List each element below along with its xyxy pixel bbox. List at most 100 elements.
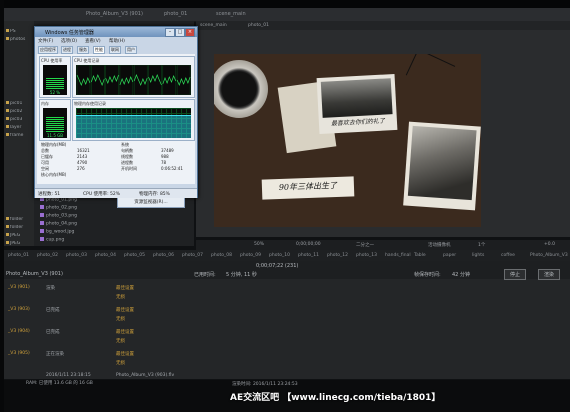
tab-users[interactable]: 用户 [125, 46, 137, 54]
list-item[interactable]: photo_04.png [34, 221, 194, 228]
project-item[interactable]: JPEG [6, 241, 34, 247]
remaining-value: 42 分钟 [452, 272, 470, 278]
timeline-tab[interactable]: photo_08 [211, 253, 232, 258]
tab-processes[interactable]: 进程 [61, 46, 73, 54]
file-icon [6, 109, 9, 112]
cpu-meter-value: 52 % [49, 90, 61, 95]
output-module-select[interactable]: 无损 [116, 316, 125, 322]
output-module-select[interactable]: 无损 [116, 338, 125, 344]
project-item[interactable]: folder [6, 217, 34, 223]
project-item[interactable]: pic01 [6, 101, 34, 107]
project-item[interactable]: JPEG [6, 233, 34, 239]
caption-card: 90年三体出生了 [261, 176, 355, 200]
file-icon [6, 117, 9, 120]
memory-history-label: 物理内存使用记录 [74, 101, 106, 106]
photo-caption: 最喜欢去你们的礼了 [330, 117, 386, 128]
close-button[interactable]: × [185, 28, 195, 37]
tab-photo-01[interactable]: photo_01 [248, 23, 269, 28]
timecode-display[interactable]: 0;00;00;00 [296, 242, 321, 247]
project-item[interactable]: photos [6, 37, 34, 43]
timeline-tab[interactable]: hands_final [385, 253, 411, 258]
render-queue-row[interactable]: _V3 (904) 已完成 最佳设置 [4, 327, 570, 336]
output-module-row[interactable]: 无损 [4, 336, 570, 345]
timeline-tab[interactable]: photo_11 [298, 253, 319, 258]
stop-button[interactable]: 停止 [504, 269, 527, 280]
memory-meter: 11.5 GB [43, 108, 67, 138]
project-item[interactable]: PS [6, 29, 34, 35]
list-item[interactable]: photo_03.png [34, 213, 194, 220]
remaining-label: 帧保存时间: [414, 272, 441, 278]
project-item[interactable]: pic03 [6, 117, 34, 123]
timeline-tab[interactable]: photo_09 [240, 253, 261, 258]
timeline-tab[interactable]: photo_01 [8, 253, 29, 258]
render-settings-select[interactable]: 最佳设置 [116, 351, 134, 357]
render-queue-row[interactable]: _V3 (901) 渲染 最佳设置 [4, 283, 570, 292]
menu-view[interactable]: 查看(V) [85, 38, 101, 44]
output-module-row[interactable]: 无损 [4, 314, 570, 323]
render-settings-select[interactable]: 最佳设置 [116, 285, 134, 291]
timeline-tab[interactable]: photo_04 [95, 253, 116, 258]
viewer-tabbar: scene_main photo_01 [196, 21, 570, 30]
render-button[interactable]: 渲染 [538, 269, 561, 280]
render-queue-header: Photo_Album_V3 (901) 0;00;07;22 (231) 已用… [4, 261, 570, 280]
window-titlebar[interactable]: Windows 任务管理器 – □ × [35, 27, 197, 37]
render-queue-row[interactable]: _V3 (905) 正在渲染 最佳设置 [4, 349, 570, 358]
views-select[interactable]: 1个 [478, 242, 485, 248]
comp-name: Photo_Album_V3 (901) [6, 271, 63, 277]
menu-help[interactable]: 帮助(H) [109, 38, 125, 44]
exposure-value[interactable]: +0.0 [544, 242, 555, 247]
timeline-tab[interactable]: photo_02 [37, 253, 58, 258]
timeline-tab[interactable]: photo_03 [66, 253, 87, 258]
timeline-tab[interactable]: photo_07 [182, 253, 203, 258]
tab-networking[interactable]: 联网 [109, 46, 121, 54]
zoom-select[interactable]: 50% [254, 242, 264, 247]
menu-options[interactable]: 选项(O) [61, 38, 77, 44]
status-cpu: CPU 使用率: 52% [83, 192, 121, 197]
list-item[interactable]: bg_wood.jpg [34, 229, 194, 236]
photo-image [407, 125, 477, 201]
project-item[interactable]: frame [6, 133, 34, 139]
quality-select[interactable]: 二分之一 [356, 242, 374, 248]
render-settings-select[interactable]: 最佳设置 [116, 307, 134, 313]
composition-viewer: scene_main photo_01 最喜欢去你们的礼了 90年三体出生了 5… [196, 21, 570, 250]
timeline-tab[interactable]: photo_05 [124, 253, 145, 258]
minimize-button[interactable]: – [165, 28, 175, 37]
tab-services[interactable]: 服务 [77, 46, 89, 54]
tab-scene-main[interactable]: scene_main [200, 23, 227, 28]
output-module-select[interactable]: 无损 [116, 360, 125, 366]
output-module-row[interactable]: 无损 [4, 358, 570, 367]
camera-select[interactable]: 活动摄像机 [428, 242, 451, 248]
tab-bar: 应用程序 进程 服务 性能 联网 用户 [37, 46, 195, 54]
timeline-tab[interactable]: Table [414, 253, 426, 258]
menu-file[interactable]: 文件(F) [38, 38, 53, 44]
output-module-row[interactable]: 无损 [4, 292, 570, 301]
project-item[interactable]: folder [6, 225, 34, 231]
timeline-tab[interactable]: lights [472, 253, 484, 258]
row-comp-name: _V3 (905) [8, 351, 30, 356]
system-stats: 系统 句柄数 37489 线程数 988 进程数 78 开机时间 0:06:52:41 [121, 142, 191, 172]
timeline-tab[interactable]: photo_10 [269, 253, 290, 258]
timeline-tab[interactable]: paper [443, 253, 456, 258]
tab-photo-01[interactable]: photo_01 [164, 11, 187, 17]
composition-canvas[interactable]: 最喜欢去你们的礼了 90年三体出生了 [214, 54, 481, 227]
cpu-history-label: CPU 使用记录 [74, 58, 100, 63]
project-item[interactable]: pic02 [6, 109, 34, 115]
watermark-text: AE交流区吧 【www.linecg.com/tieba/1801】 [230, 393, 441, 403]
tab-applications[interactable]: 应用程序 [38, 46, 58, 54]
timeline-tab[interactable]: Photo_Album_V3 [530, 253, 568, 258]
project-item[interactable]: layer [6, 125, 34, 131]
timeline-tab[interactable]: photo_13 [356, 253, 377, 258]
maximize-button[interactable]: □ [175, 28, 185, 37]
tab-scene-main[interactable]: scene_main [216, 11, 246, 17]
tab-performance[interactable]: 性能 [93, 46, 105, 54]
output-module-select[interactable]: 无损 [116, 294, 125, 300]
timeline-tab[interactable]: coffee [501, 253, 515, 258]
resource-monitor-button[interactable]: 资源监视器(R)... [117, 197, 185, 208]
file-icon [6, 37, 9, 40]
render-settings-select[interactable]: 最佳设置 [116, 329, 134, 335]
tab-comp[interactable]: Photo_Album_V3 (901) [86, 11, 143, 17]
render-queue-row[interactable]: _V3 (903) 已完成 最佳设置 [4, 305, 570, 314]
timeline-tab[interactable]: photo_06 [153, 253, 174, 258]
timeline-tab[interactable]: photo_12 [327, 253, 348, 258]
list-item[interactable]: cup.png [34, 237, 194, 244]
